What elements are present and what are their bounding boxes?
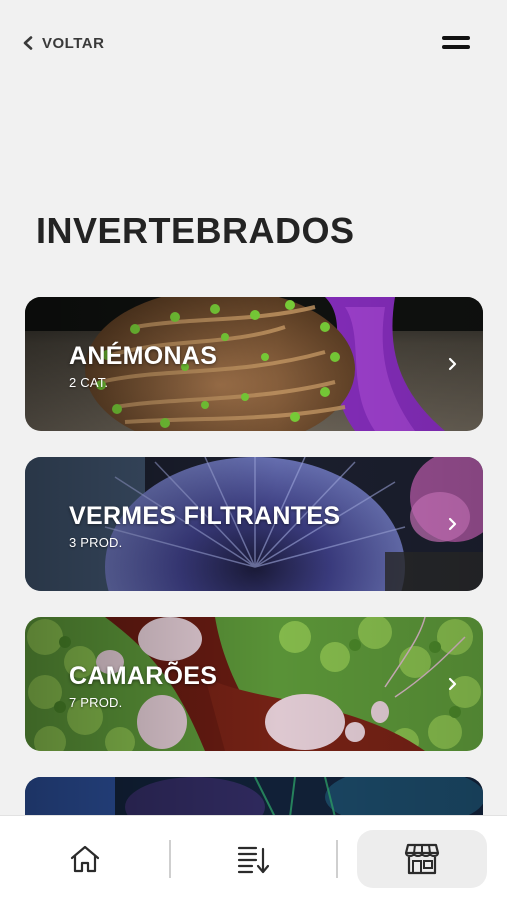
chevron-right-icon bbox=[448, 517, 457, 531]
nav-divider bbox=[336, 840, 338, 878]
chevron-left-icon bbox=[23, 36, 33, 50]
chevron-right-icon bbox=[448, 357, 457, 371]
home-icon bbox=[70, 845, 100, 873]
menu-icon bbox=[442, 36, 470, 40]
store-icon bbox=[404, 843, 440, 875]
nav-divider bbox=[169, 840, 171, 878]
category-count: 3 PROD. bbox=[69, 535, 123, 550]
menu-icon-line bbox=[442, 45, 470, 49]
category-title: VERMES FILTRANTES bbox=[69, 502, 341, 530]
category-title: CAMARÕES bbox=[69, 662, 218, 690]
bottom-nav bbox=[0, 815, 507, 900]
category-card-anemonas[interactable]: ANÉMONAS 2 CAT. bbox=[25, 297, 483, 431]
nav-list-button[interactable] bbox=[188, 830, 318, 888]
screen: VOLTAR INVERTEBRADOS ANÉMONAS 2 CAT. VER… bbox=[0, 0, 507, 900]
category-card-vermes-filtrantes[interactable]: VERMES FILTRANTES 3 PROD. bbox=[25, 457, 483, 591]
sort-list-icon bbox=[237, 846, 270, 874]
nav-home-button[interactable] bbox=[20, 830, 150, 888]
category-count: 2 CAT. bbox=[69, 375, 109, 390]
chevron-right-icon bbox=[448, 677, 457, 691]
page-title: INVERTEBRADOS bbox=[36, 210, 355, 251]
back-label: VOLTAR bbox=[42, 34, 105, 52]
back-button[interactable]: VOLTAR bbox=[22, 31, 104, 55]
category-card-camaroes[interactable]: CAMARÕES 7 PROD. bbox=[25, 617, 483, 751]
nav-store-button[interactable] bbox=[357, 830, 487, 888]
category-count: 7 PROD. bbox=[69, 695, 123, 710]
menu-button[interactable] bbox=[440, 32, 472, 54]
category-title: ANÉMONAS bbox=[69, 342, 218, 370]
